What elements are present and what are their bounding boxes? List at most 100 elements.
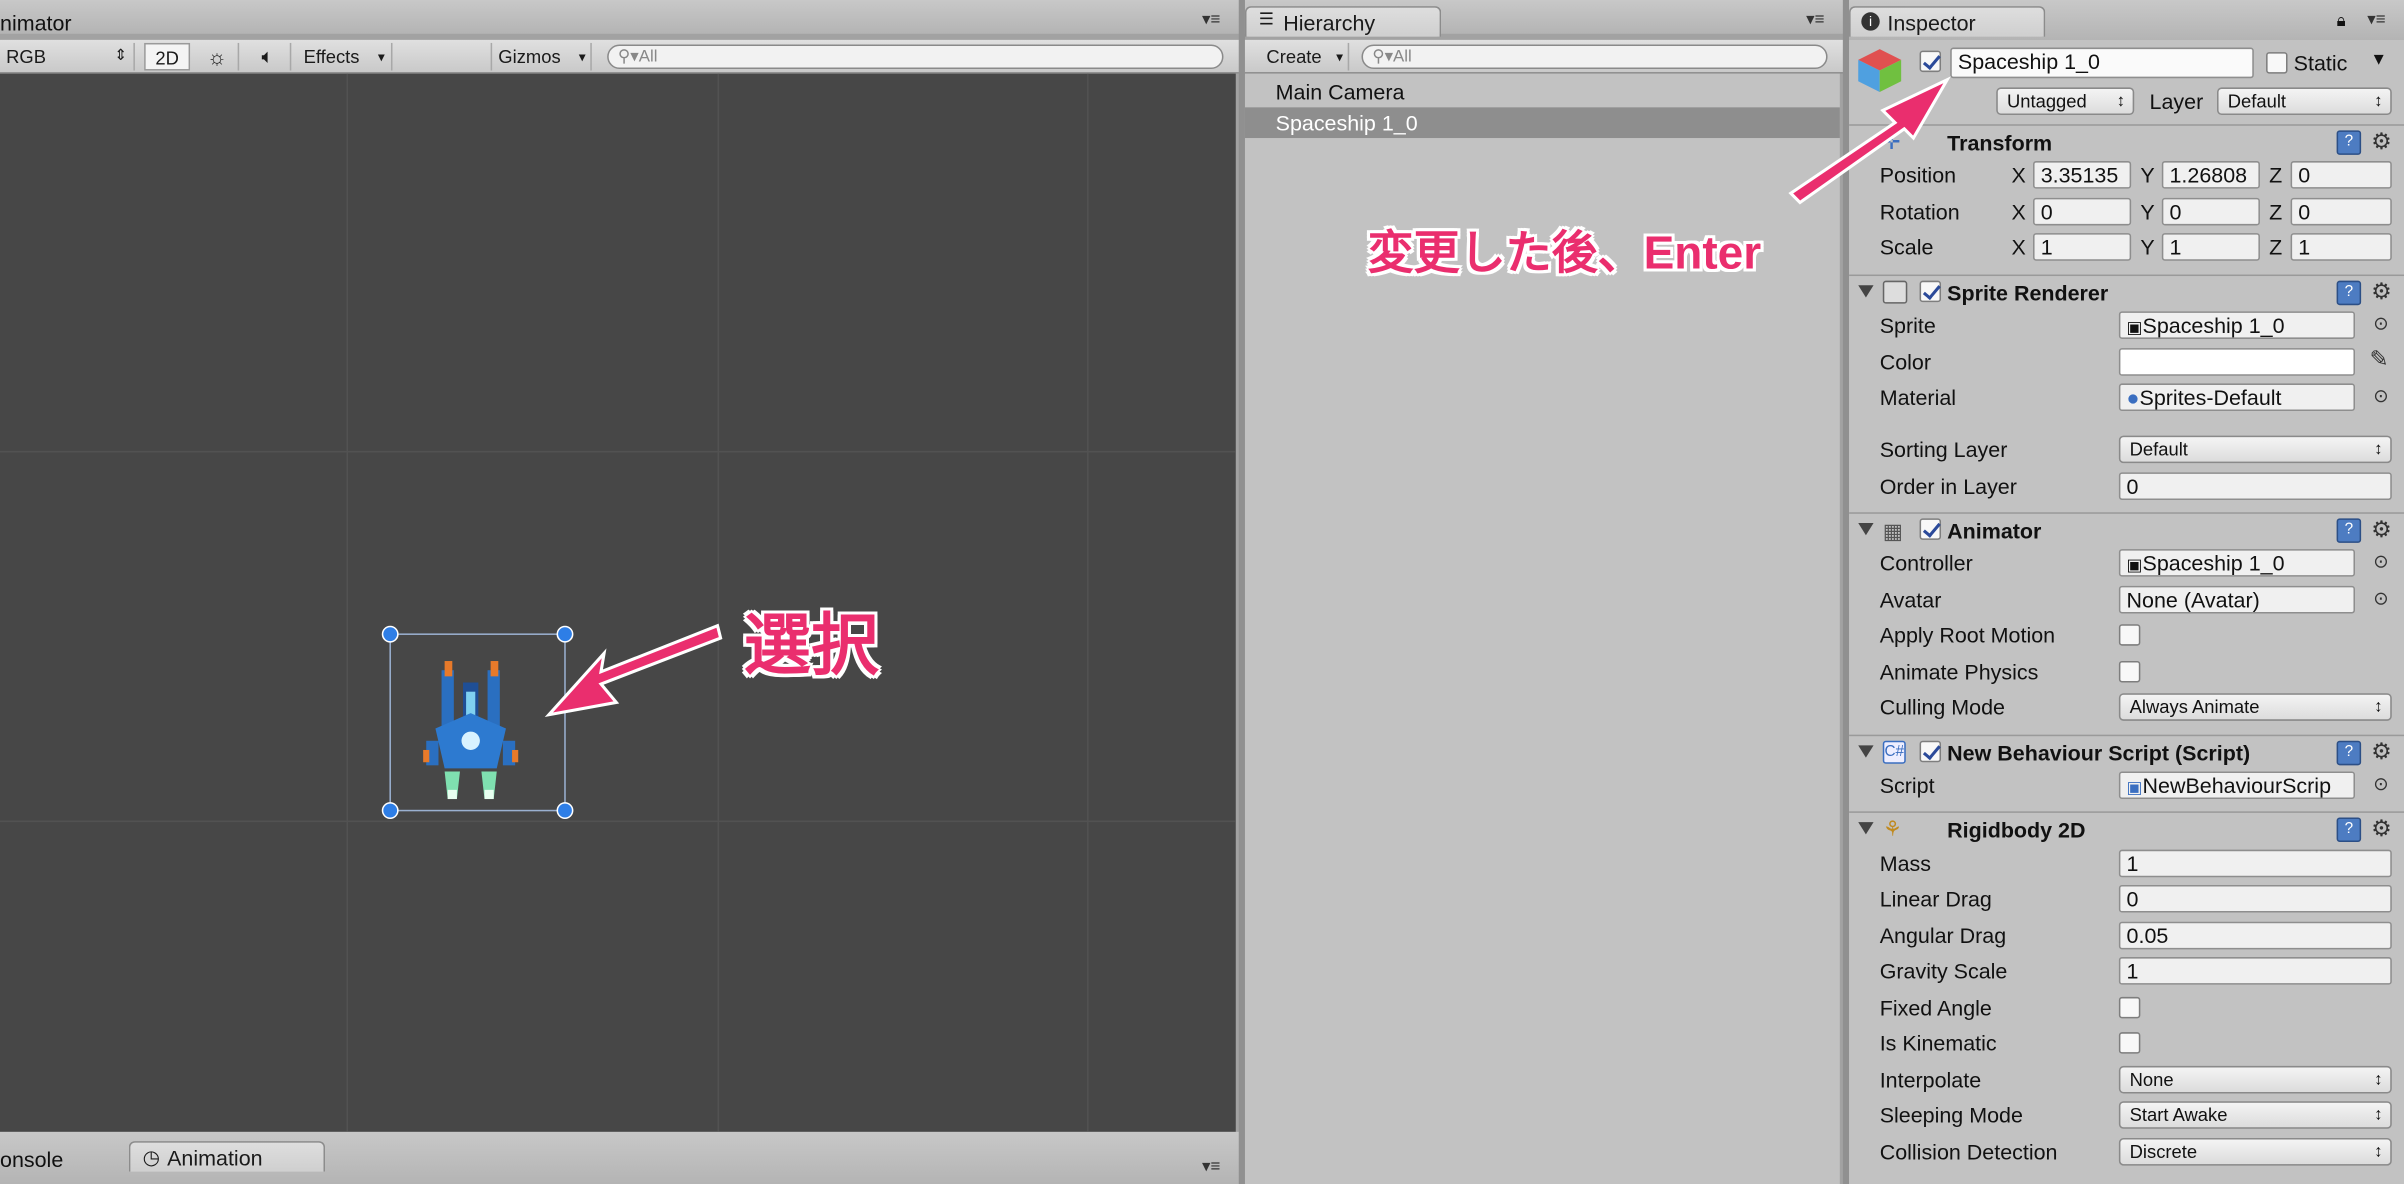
animator-header[interactable]: ▦ Animator ? ⚙ [1849,512,2404,546]
animate-physics-label: Animate Physics [1879,659,2039,685]
controller-field[interactable]: ▣Spaceship 1_0 [2118,549,2355,577]
tab-animation[interactable]: ◷ Animation [128,1141,326,1172]
tag-dropdown[interactable]: Untagged [1996,87,2135,116]
tab-hierarchy[interactable]: ☰ Hierarchy [1244,6,1442,37]
animator-enabled-checkbox[interactable] [1919,518,1942,540]
sprite-renderer-icon [1882,280,1908,304]
help-book-icon[interactable]: ? [2336,280,2362,306]
object-picker-icon[interactable]: ⊙ [2373,551,2388,572]
avatar-field[interactable]: None (Avatar) [2118,585,2355,614]
gear-icon[interactable]: ⚙ [2371,738,2392,765]
object-picker-icon[interactable]: ⊙ [2373,313,2388,334]
material-field[interactable]: ●Sprites-Default [2118,383,2355,412]
object-name-field[interactable]: Spaceship 1_0 [1950,47,2254,79]
script-field[interactable]: ▣NewBehaviourScrip [2118,771,2355,800]
lock-icon[interactable]: 🔒︎ [2337,12,2346,32]
mass-row: Mass 1 [1849,847,2404,881]
help-book-icon[interactable]: ? [2336,817,2362,843]
tab-inspector[interactable]: i Inspector [1849,6,2046,37]
gizmos-dropdown[interactable]: Gizmos ▾ [490,42,592,71]
position-x-field[interactable]: 3.35135 [2033,161,2132,189]
object-picker-icon[interactable]: ⊙ [2373,385,2388,406]
culling-mode-dropdown[interactable]: Always Animate [2118,693,2392,721]
script-title: New Behaviour Script (Script) [1947,740,2251,766]
fixed-angle-checkbox[interactable] [2118,996,2141,1019]
mode-2d-button[interactable]: 2D [144,42,191,71]
controller-asset-icon: ▣ [2126,556,2143,576]
object-picker-icon[interactable]: ⊙ [2373,587,2388,608]
scene-search-input[interactable]: ⚲▾All [607,44,1224,70]
foldout-triangle-icon[interactable] [1858,822,1874,835]
rotation-x-field[interactable]: 0 [2033,197,2132,226]
rigidbody-header[interactable]: ⚘ Rigidbody 2D ? ⚙ [1849,811,2404,845]
collision-detection-label: Collision Detection [1879,1139,2058,1165]
eyedropper-icon[interactable]: ✎ [2369,345,2388,373]
script-enabled-checkbox[interactable] [1919,740,1942,763]
sprite-field[interactable]: ▣Spaceship 1_0 [2118,311,2355,339]
gear-icon[interactable]: ⚙ [2371,127,2392,155]
is-kinematic-checkbox[interactable] [2118,1032,2141,1054]
order-in-layer-field[interactable]: 0 [2118,472,2392,500]
position-y-field[interactable]: 1.26808 [2161,161,2260,189]
mass-field[interactable]: 1 [2118,849,2392,878]
lighting-toggle-icon[interactable]: ☼ [196,42,240,71]
collision-detection-dropdown[interactable]: Discrete [2118,1138,2392,1166]
tab-console[interactable]: onsole [0,1147,63,1172]
sorting-layer-label: Sorting Layer [1879,437,2008,462]
scale-y-field[interactable]: 1 [2161,233,2260,261]
gear-icon[interactable]: ⚙ [2371,515,2392,543]
sprite-row: Sprite ▣Spaceship 1_0 ⊙ [1849,308,2404,342]
sprite-renderer-header[interactable]: Sprite Renderer ? ⚙ [1849,274,2404,309]
bottom-panel-menu-icon[interactable]: ▾≡ [1202,1159,1227,1177]
hierarchy-item-main-camera[interactable]: Main Camera [1245,77,1840,108]
script-header[interactable]: C# New Behaviour Script (Script) ? ⚙ [1849,734,2404,769]
layer-dropdown[interactable]: Default [2217,87,2392,116]
color-field[interactable] [2118,348,2355,376]
linear-drag-field[interactable]: 0 [2118,884,2392,913]
culling-mode-label: Culling Mode [1879,694,2005,720]
gravity-scale-field[interactable]: 1 [2118,957,2392,985]
shading-mode-dropdown[interactable]: RGB ⇕ [0,42,135,71]
angular-drag-row: Angular Drag 0.05 [1849,919,2404,953]
apply-root-motion-checkbox[interactable] [2118,624,2141,646]
hierarchy-item-spaceship[interactable]: Spaceship 1_0 [1244,107,1840,139]
scale-x-field[interactable]: 1 [2033,233,2132,261]
sleeping-mode-dropdown[interactable]: Start Awake [2118,1101,2392,1129]
sprite-renderer-enabled-checkbox[interactable] [1919,280,1942,303]
chevron-down-icon[interactable]: ▼ [2370,51,2387,69]
angular-drag-field[interactable]: 0.05 [2118,921,2392,950]
rotation-y-field[interactable]: 0 [2161,197,2260,226]
object-picker-icon[interactable]: ⊙ [2373,773,2388,794]
transform-header[interactable]: ✛ Transform ? ⚙ [1849,124,2404,158]
hierarchy-menu-icon[interactable]: ▾≡ [1806,12,1831,30]
foldout-triangle-icon[interactable] [1858,522,1874,536]
hierarchy-search-input[interactable]: ⚲▾All [1361,44,1828,70]
material-field-value: Sprites-Default [2139,384,2282,410]
foldout-triangle-icon[interactable] [1858,285,1874,298]
interpolate-dropdown[interactable]: None [2118,1065,2392,1094]
scene-tab-label[interactable]: nimator [0,11,72,36]
position-z-field[interactable]: 0 [2290,161,2392,189]
scene-panel-menu-icon[interactable]: ▾≡ [1202,12,1227,30]
help-book-icon[interactable]: ? [2336,518,2362,543]
sorting-layer-dropdown[interactable]: Default [2118,435,2392,464]
angular-drag-label: Angular Drag [1879,923,2007,948]
script-asset-icon: ▣ [2126,779,2143,798]
static-checkbox[interactable] [2266,52,2288,74]
audio-toggle-icon[interactable]: 🔈︎ [245,42,292,71]
rotation-z-field[interactable]: 0 [2290,197,2392,226]
create-dropdown[interactable]: Create ▾ [1254,42,1350,71]
active-checkbox[interactable] [1919,50,1942,73]
scene-view[interactable]: 選択 [0,73,1236,1132]
inspector-menu-icon[interactable]: ▾≡ [2367,12,2392,30]
effects-dropdown[interactable]: Effects ▾ [297,42,393,71]
help-book-icon[interactable]: ? [2336,740,2362,766]
animate-physics-checkbox[interactable] [2118,661,2141,683]
help-book-icon[interactable]: ? [2336,130,2362,155]
scale-z-field[interactable]: 1 [2290,233,2392,261]
gear-icon[interactable]: ⚙ [2371,814,2392,842]
foldout-triangle-icon[interactable] [1858,745,1874,758]
scale-label: Scale [1879,234,1934,260]
gear-icon[interactable]: ⚙ [2371,278,2392,305]
tab-inspector-label: Inspector [1887,10,1976,36]
